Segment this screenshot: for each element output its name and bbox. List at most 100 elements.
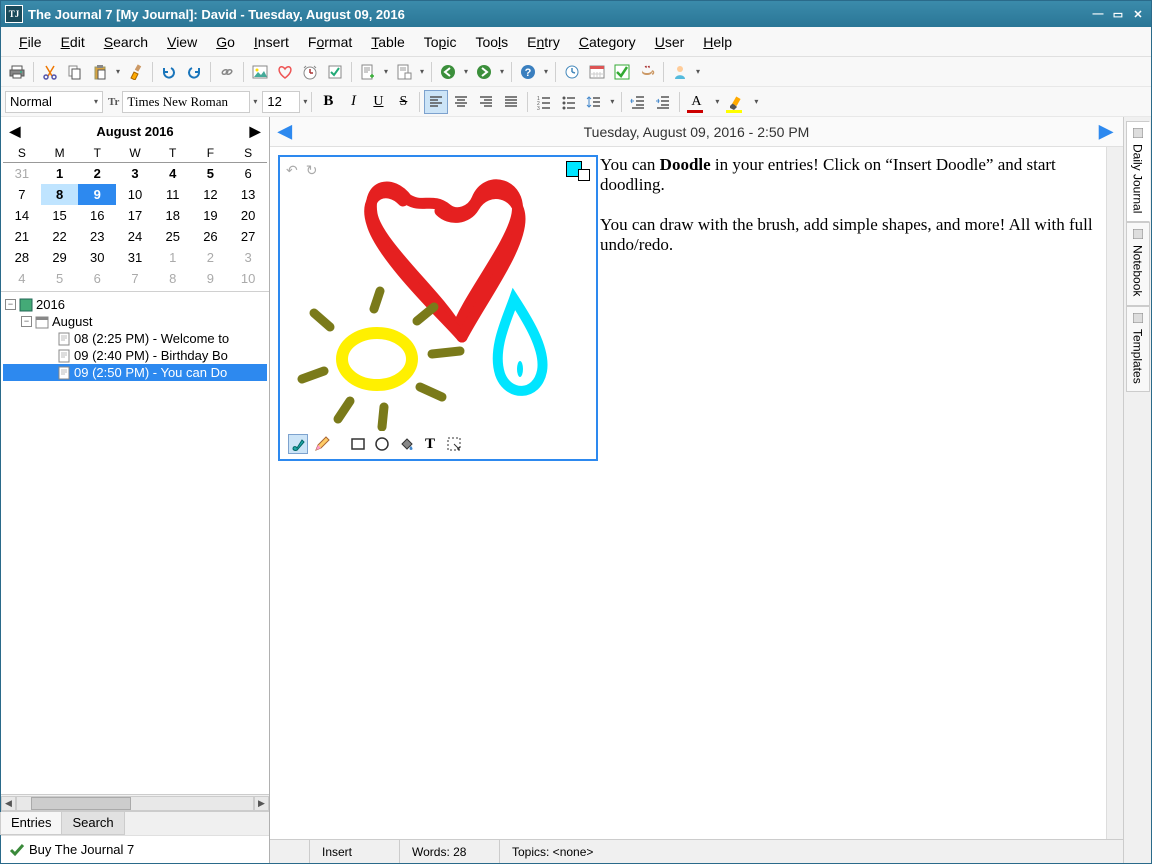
insert-timestamp-button[interactable] <box>298 60 322 84</box>
tab-search[interactable]: Search <box>61 812 124 835</box>
scroll-left-icon[interactable]: ◀ <box>1 796 16 811</box>
cal-day[interactable]: 18 <box>154 205 192 226</box>
menu-format[interactable]: Format <box>300 31 360 53</box>
redo-button[interactable] <box>182 60 206 84</box>
entry-list-dropdown[interactable]: ▾ <box>417 67 427 76</box>
italic-button[interactable]: I <box>341 90 365 114</box>
entry-list-button[interactable] <box>392 60 416 84</box>
menu-category[interactable]: Category <box>571 31 644 53</box>
font-select[interactable]: Times New Roman <box>122 91 250 113</box>
style-select[interactable]: Normal▾ <box>5 91 103 113</box>
menu-file[interactable]: File <box>11 31 50 53</box>
cal-day[interactable]: 26 <box>192 226 230 247</box>
todo-button[interactable] <box>610 60 634 84</box>
new-entry-dropdown[interactable]: ▾ <box>381 67 391 76</box>
nav-fwd-button[interactable] <box>472 60 496 84</box>
format-painter-button[interactable] <box>124 60 148 84</box>
cal-day[interactable]: 5 <box>192 163 230 184</box>
insert-image-button[interactable] <box>248 60 272 84</box>
doodle-widget[interactable]: ↶ ↻ <box>278 155 598 461</box>
tree-hscrollbar[interactable]: ◀ ▶ <box>1 794 269 811</box>
cal-day[interactable]: 9 <box>78 184 116 205</box>
vtab-daily-journal[interactable]: Daily Journal <box>1126 121 1150 222</box>
cal-day[interactable]: 4 <box>3 268 41 289</box>
cal-day[interactable]: 13 <box>229 184 267 205</box>
help-dropdown[interactable]: ▾ <box>541 67 551 76</box>
cal-day[interactable]: 5 <box>41 268 79 289</box>
cal-day[interactable]: 12 <box>192 184 230 205</box>
cal-day[interactable]: 14 <box>3 205 41 226</box>
bold-button[interactable]: B <box>316 90 340 114</box>
menu-help[interactable]: Help <box>695 31 740 53</box>
menu-entry[interactable]: Entry <box>519 31 568 53</box>
calendar-button[interactable] <box>585 60 609 84</box>
cal-day[interactable]: 4 <box>154 163 192 184</box>
tree-entry[interactable]: 09 (2:50 PM) - You can Do <box>3 364 267 381</box>
copy-button[interactable] <box>63 60 87 84</box>
cal-day[interactable]: 3 <box>116 163 154 184</box>
align-center-button[interactable] <box>449 90 473 114</box>
cal-day[interactable]: 30 <box>78 247 116 268</box>
cal-day[interactable]: 24 <box>116 226 154 247</box>
menu-table[interactable]: Table <box>363 31 412 53</box>
cal-day[interactable]: 8 <box>154 268 192 289</box>
doodle-rect-button[interactable] <box>348 434 368 454</box>
paste-button[interactable] <box>88 60 112 84</box>
cal-day[interactable]: 3 <box>229 247 267 268</box>
cal-day[interactable]: 6 <box>78 268 116 289</box>
user-button[interactable] <box>668 60 692 84</box>
underline-button[interactable]: U <box>366 90 390 114</box>
editor[interactable]: ↶ ↻ <box>270 147 1106 839</box>
insert-checkbox-button[interactable] <box>323 60 347 84</box>
doodle-pencil-button[interactable] <box>312 434 332 454</box>
editor-vscrollbar[interactable] <box>1106 147 1123 839</box>
tab-entries[interactable]: Entries <box>0 812 62 835</box>
cal-day[interactable]: 22 <box>41 226 79 247</box>
user-dropdown[interactable]: ▾ <box>693 67 703 76</box>
insert-link-button[interactable] <box>215 60 239 84</box>
paste-dropdown[interactable]: ▾ <box>113 67 123 76</box>
menu-go[interactable]: Go <box>208 31 243 53</box>
scroll-thumb[interactable] <box>31 797 131 810</box>
java-button[interactable] <box>635 60 659 84</box>
collapse-icon[interactable]: − <box>21 316 32 327</box>
entry-tree[interactable]: − 2016 − August 08 (2:25 PM) - Welcome t… <box>1 292 269 794</box>
menu-topic[interactable]: Topic <box>416 31 465 53</box>
menu-view[interactable]: View <box>159 31 205 53</box>
menu-search[interactable]: Search <box>96 31 156 53</box>
cal-next-button[interactable]: ▶ <box>247 123 263 140</box>
cal-day[interactable]: 7 <box>3 184 41 205</box>
tree-month[interactable]: − August <box>3 313 267 330</box>
cal-day[interactable]: 9 <box>192 268 230 289</box>
menu-tools[interactable]: Tools <box>467 31 516 53</box>
menu-edit[interactable]: Edit <box>53 31 93 53</box>
doodle-select-button[interactable] <box>444 434 464 454</box>
doodle-canvas[interactable]: ↶ ↻ <box>282 159 592 431</box>
doodle-brush-button[interactable] <box>288 434 308 454</box>
entry-prev-button[interactable]: ◀ <box>278 121 294 142</box>
highlight-dropdown[interactable]: ▾ <box>751 97 761 106</box>
nav-back-button[interactable] <box>436 60 460 84</box>
cal-day[interactable]: 7 <box>116 268 154 289</box>
tree-year[interactable]: − 2016 <box>3 296 267 313</box>
cal-day[interactable]: 10 <box>116 184 154 205</box>
cal-day[interactable]: 21 <box>3 226 41 247</box>
doodle-undo-button[interactable]: ↶ <box>286 163 298 180</box>
collapse-icon[interactable]: − <box>5 299 16 310</box>
print-button[interactable] <box>5 60 29 84</box>
cal-day[interactable]: 20 <box>229 205 267 226</box>
indent-button[interactable] <box>651 90 675 114</box>
doodle-redo-button[interactable]: ↻ <box>306 163 318 180</box>
vtab-templates[interactable]: Templates <box>1126 306 1150 393</box>
tree-entry[interactable]: 09 (2:40 PM) - Birthday Bo <box>3 347 267 364</box>
close-button[interactable]: ✕ <box>1129 6 1147 22</box>
doodle-circle-button[interactable] <box>372 434 392 454</box>
line-spacing-button[interactable] <box>582 90 606 114</box>
vtab-notebook[interactable]: Notebook <box>1126 222 1150 305</box>
buy-bar[interactable]: Buy The Journal 7 <box>1 835 269 863</box>
cal-day[interactable]: 31 <box>3 163 41 184</box>
cal-day[interactable]: 29 <box>41 247 79 268</box>
cal-day[interactable]: 2 <box>192 247 230 268</box>
cal-day[interactable]: 1 <box>41 163 79 184</box>
strike-button[interactable]: S <box>391 90 415 114</box>
